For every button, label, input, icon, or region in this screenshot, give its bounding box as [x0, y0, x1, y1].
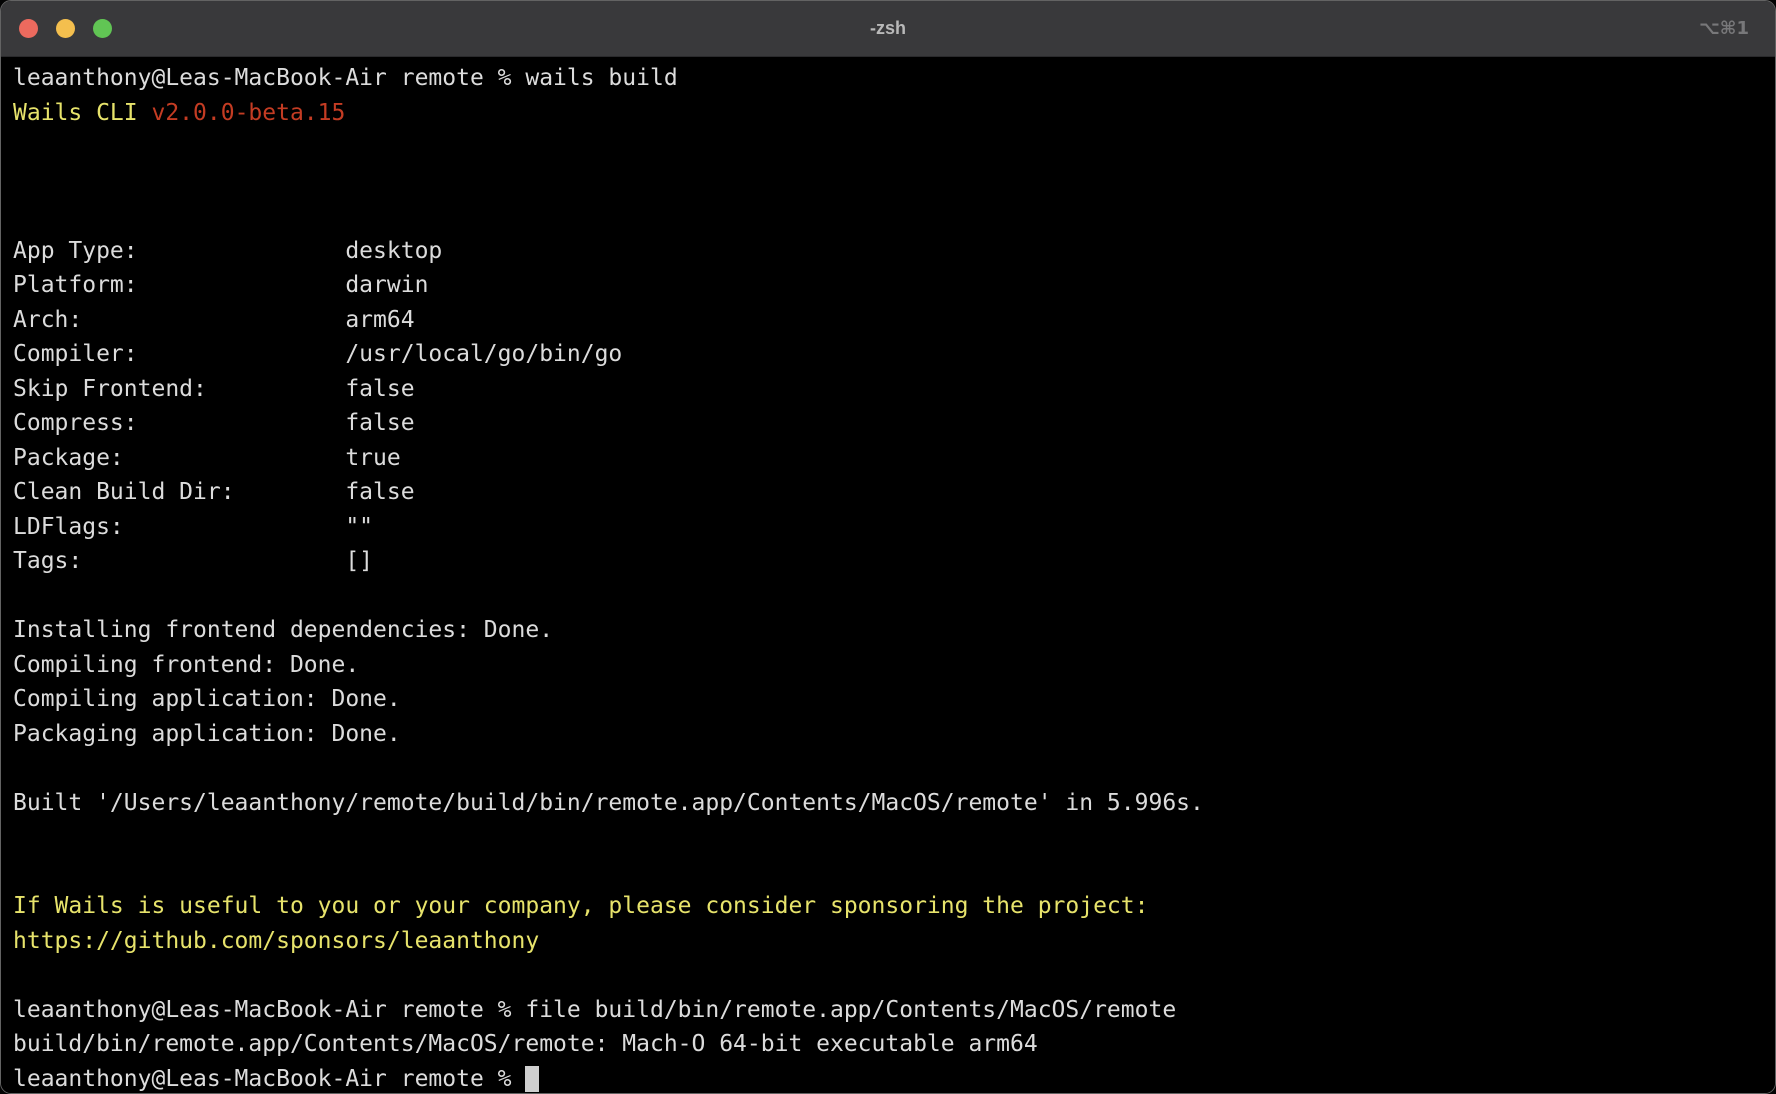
terminal-text-segment: https://github.com/sponsors/leaanthony — [13, 928, 539, 954]
terminal-line — [13, 958, 1763, 993]
terminal-text-segment: Arch: arm64 — [13, 307, 415, 333]
terminal-text-segment: leaanthony@Leas-MacBook-Air remote % wai… — [13, 65, 678, 91]
terminal-line: Built '/Users/leaanthony/remote/build/bi… — [13, 786, 1763, 821]
terminal-text-segment: If Wails is useful to you or your compan… — [13, 893, 1148, 919]
close-button[interactable] — [19, 19, 38, 38]
terminal-line — [13, 751, 1763, 786]
terminal-text-segment: Installing frontend dependencies: Done. — [13, 617, 553, 643]
minimize-button[interactable] — [56, 19, 75, 38]
terminal-line: App Type: desktop — [13, 234, 1763, 269]
terminal-line — [13, 165, 1763, 200]
terminal-text-segment: Platform: darwin — [13, 272, 428, 298]
terminal-text-segment: Package: true — [13, 445, 401, 471]
terminal-text-segment: leaanthony@Leas-MacBook-Air remote % — [13, 1066, 525, 1092]
terminal-line: If Wails is useful to you or your compan… — [13, 889, 1763, 924]
terminal-text-segment: Clean Build Dir: false — [13, 479, 415, 505]
terminal-line: https://github.com/sponsors/leaanthony — [13, 924, 1763, 959]
terminal-text-segment: LDFlags: "" — [13, 514, 373, 540]
title-bar[interactable]: -zsh ⌥⌘1 — [1, 1, 1775, 57]
terminal-line: Package: true — [13, 441, 1763, 476]
terminal-text-segment: Built '/Users/leaanthony/remote/build/bi… — [13, 790, 1204, 816]
terminal-line: Platform: darwin — [13, 268, 1763, 303]
terminal-line — [13, 130, 1763, 165]
terminal-line: Packaging application: Done. — [13, 717, 1763, 752]
terminal-line: Compiling frontend: Done. — [13, 648, 1763, 683]
terminal-line: build/bin/remote.app/Contents/MacOS/remo… — [13, 1027, 1763, 1062]
terminal-line: Skip Frontend: false — [13, 372, 1763, 407]
terminal-line: Compiling application: Done. — [13, 682, 1763, 717]
terminal-line: Wails CLI v2.0.0-beta.15 — [13, 96, 1763, 131]
terminal-cursor — [525, 1066, 539, 1092]
terminal-text-segment: build/bin/remote.app/Contents/MacOS/remo… — [13, 1031, 1038, 1057]
terminal-text-segment: leaanthony@Leas-MacBook-Air remote % fil… — [13, 997, 1176, 1023]
terminal-line: LDFlags: "" — [13, 510, 1763, 545]
terminal-text-segment: Compiler: /usr/local/go/bin/go — [13, 341, 622, 367]
terminal-line: Compress: false — [13, 406, 1763, 441]
terminal-line: Clean Build Dir: false — [13, 475, 1763, 510]
terminal-text-segment: v2.0.0-beta.15 — [151, 100, 345, 126]
terminal-line — [13, 855, 1763, 890]
terminal-text-segment: App Type: desktop — [13, 238, 442, 264]
terminal-text-segment: Skip Frontend: false — [13, 376, 415, 402]
terminal-line: Tags: [] — [13, 544, 1763, 579]
terminal-text-segment: Packaging application: Done. — [13, 721, 401, 747]
terminal-line: leaanthony@Leas-MacBook-Air remote % wai… — [13, 61, 1763, 96]
maximize-button[interactable] — [93, 19, 112, 38]
terminal-line: leaanthony@Leas-MacBook-Air remote % fil… — [13, 993, 1763, 1028]
terminal-line: leaanthony@Leas-MacBook-Air remote % — [13, 1062, 1763, 1094]
terminal-line — [13, 820, 1763, 855]
terminal-text-segment: Wails CLI — [13, 100, 151, 126]
terminal-line: Compiler: /usr/local/go/bin/go — [13, 337, 1763, 372]
window-controls — [19, 1, 112, 56]
terminal-text-segment: Compiling application: Done. — [13, 686, 401, 712]
terminal-line: Arch: arm64 — [13, 303, 1763, 338]
tab-shortcut-hint: ⌥⌘1 — [1699, 1, 1749, 56]
terminal-window: -zsh ⌥⌘1 leaanthony@Leas-MacBook-Air rem… — [0, 0, 1776, 1094]
terminal-text-segment: Tags: [] — [13, 548, 373, 574]
terminal-output[interactable]: leaanthony@Leas-MacBook-Air remote % wai… — [1, 57, 1775, 1093]
terminal-line — [13, 199, 1763, 234]
terminal-line — [13, 579, 1763, 614]
window-title: -zsh — [1, 1, 1775, 56]
terminal-text-segment: Compress: false — [13, 410, 415, 436]
terminal-text-segment: Compiling frontend: Done. — [13, 652, 359, 678]
terminal-line: Installing frontend dependencies: Done. — [13, 613, 1763, 648]
